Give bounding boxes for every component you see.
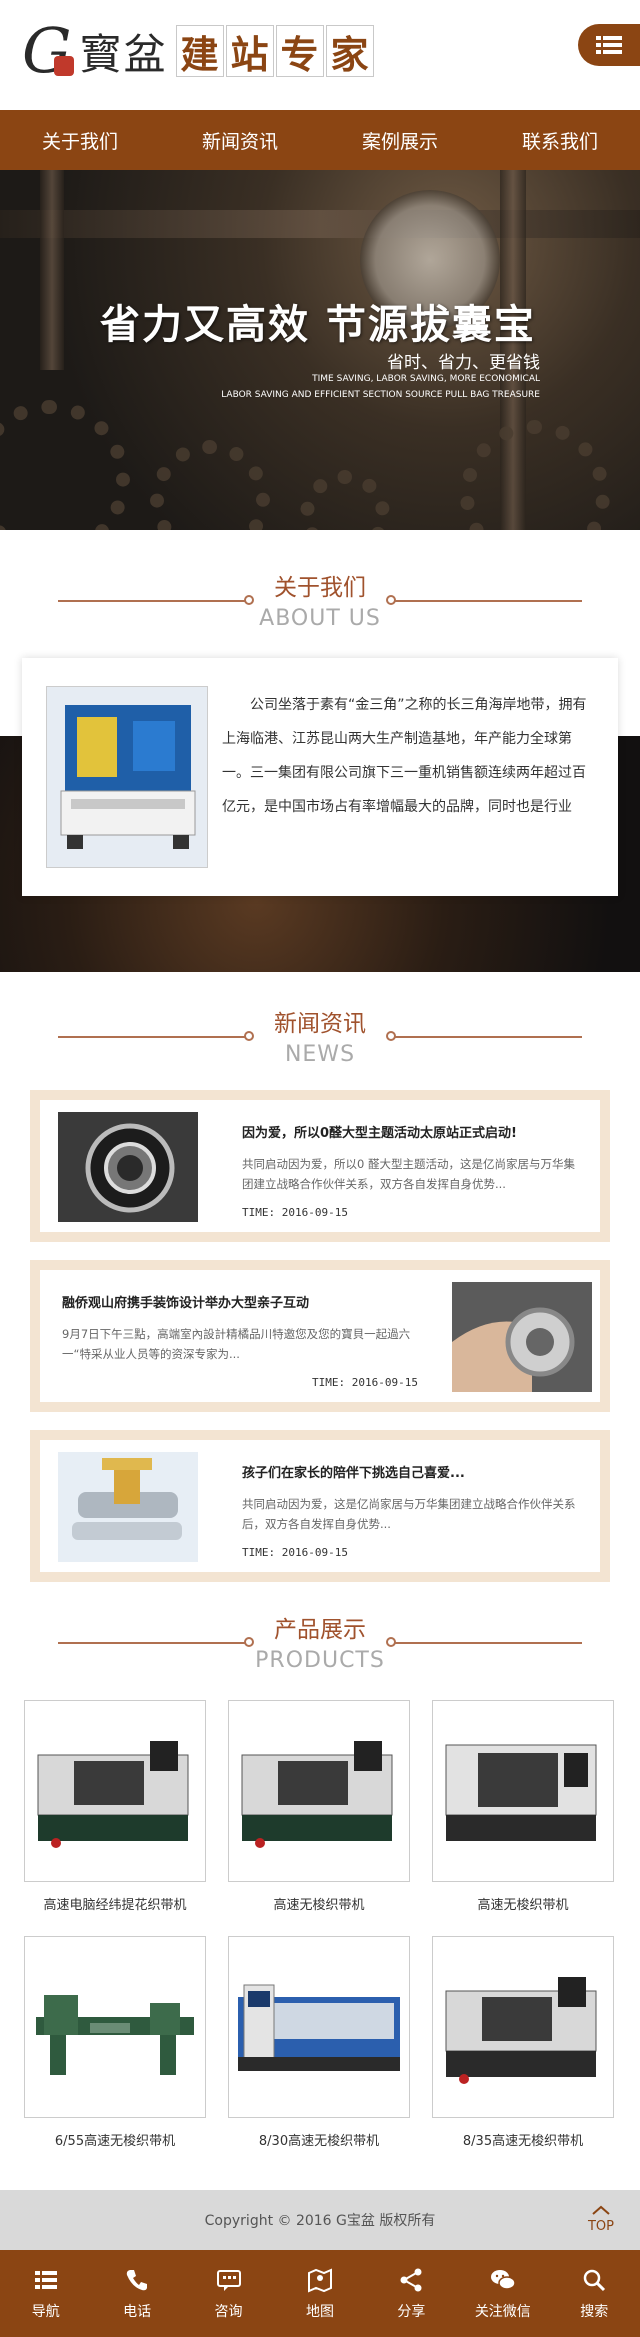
toolbar-nav-button[interactable]: 导航 [0, 2250, 91, 2337]
toolbar-label: 分享 [397, 2303, 426, 2320]
product-card[interactable]: 6/55高速无梭织带机 [24, 1936, 206, 2149]
news-title[interactable]: 因为爱，所以0醛大型主题活动太原站正式启动! [242, 1122, 582, 1141]
about-machine-image [46, 686, 208, 868]
toolbar-label: 咨询 [214, 2303, 243, 2320]
slogan-char: 站 [225, 25, 274, 77]
wechat-icon [490, 2269, 516, 2290]
news-title[interactable]: 融侨观山府携手装饰设计举办大型亲子互动 [62, 1292, 402, 1311]
hero-banner[interactable]: 省力又高效 节源拔囊宝 省时、省力、更省钱 TIME SAVING, LABOR… [0, 170, 640, 530]
product-laser-cutter-image [228, 1936, 410, 2118]
slogan-char: 家 [325, 25, 374, 77]
banner-english-line: LABOR SAVING AND EFFICIENT SECTION SOURC… [221, 390, 540, 400]
section-title-cn: 产品展示 [274, 1617, 366, 1643]
map-icon [307, 2267, 332, 2293]
product-lathe-image [24, 1936, 206, 2118]
menu-icon [34, 2270, 57, 2289]
product-lathe-image [432, 1936, 614, 2118]
toolbar-label: 电话 [123, 2303, 152, 2320]
toolbar-label: 关注微信 [474, 2303, 531, 2320]
products-section-title: 产品展示 PRODUCTS [0, 1610, 640, 1673]
section-title-en: ABOUT US [259, 606, 381, 631]
toolbar-search-button[interactable]: 搜索 [549, 2250, 640, 2337]
news-time: TIME: 2016-09-15 [312, 1376, 418, 1389]
nav-item-news[interactable]: 新闻资讯 [160, 110, 320, 170]
gear-image [150, 440, 270, 530]
toolbar-share-button[interactable]: 分享 [366, 2250, 457, 2337]
about-description: 公司坐落于素有“金三角”之称的长三角海岸地带，拥有上海临港、江苏昆山两大生产制造… [222, 697, 587, 815]
news-section-title: 新闻资讯 NEWS [0, 1004, 640, 1067]
news-valve-image [58, 1452, 198, 1562]
news-time: TIME: 2016-09-15 [242, 1546, 348, 1559]
product-name: 8/35高速无梭织带机 [462, 2134, 584, 2149]
bottom-toolbar: 导航 电话 咨询 地图 分享 关注微信 搜索 [0, 2250, 640, 2337]
menu-button[interactable] [578, 24, 640, 66]
header: G 寳盆 建 站 专 家 [0, 0, 640, 110]
toolbar-label: 搜索 [580, 2303, 609, 2320]
back-to-top-button[interactable]: TOP [588, 2204, 614, 2234]
main-nav: 关于我们 新闻资讯 案例展示 联系我们 [0, 110, 640, 170]
product-lathe-image [432, 1700, 614, 1882]
product-name: 高速无梭织带机 [477, 1898, 569, 1913]
banner-subtitle: 省时、省力、更省钱 [387, 353, 540, 373]
section-title-cn: 关于我们 [274, 575, 366, 601]
news-summary: 9月7日下午三點，高端室內設計精橘品川特邀您及您的寶貝一起過六一“特采从业人员等… [62, 1327, 411, 1361]
section-title-en: PRODUCTS [255, 1648, 385, 1673]
footer: Copyright © 2016 G宝盆 版权所有 [0, 2190, 640, 2250]
banner-english-line: TIME SAVING, LABOR SAVING, MORE ECONOMIC… [312, 374, 540, 384]
section-title-en: NEWS [284, 1042, 356, 1067]
logo-name: 寳盆 [79, 29, 168, 79]
product-card[interactable]: 8/30高速无梭织带机 [228, 1936, 410, 2149]
logo-slogan: 建 站 专 家 [175, 25, 376, 77]
product-card[interactable]: 高速无梭织带机 [432, 1700, 614, 1913]
share-icon [400, 2268, 422, 2291]
pipe-decoration [40, 170, 64, 370]
gear-image [460, 420, 610, 530]
pipe-decoration [0, 210, 640, 238]
toolbar-map-button[interactable]: 地图 [274, 2250, 365, 2337]
toolbar-label: 导航 [31, 2303, 60, 2320]
top-label: TOP [587, 2219, 614, 2234]
gear-image [300, 470, 390, 530]
gear-image [0, 400, 130, 530]
slogan-char: 建 [175, 25, 224, 77]
list-menu-icon [596, 36, 622, 54]
site-logo[interactable]: G 寳盆 建 站 专 家 [22, 18, 376, 84]
news-item[interactable]: 孩子们在家长的陪伴下挑选自己喜爱... 共同启动因为爱，这是亿尚家居与万华集团建… [30, 1430, 610, 1582]
toolbar-consult-button[interactable]: 咨询 [183, 2250, 274, 2337]
news-bearing-image [58, 1112, 198, 1222]
news-title[interactable]: 孩子们在家长的陪伴下挑选自己喜爱... [242, 1462, 582, 1481]
nav-item-contact[interactable]: 联系我们 [480, 110, 640, 170]
news-item[interactable]: 融侨观山府携手装饰设计举办大型亲子互动 9月7日下午三點，高端室內設計精橘品川特… [30, 1260, 610, 1412]
nav-item-about[interactable]: 关于我们 [0, 110, 160, 170]
chevron-up-icon [592, 2205, 610, 2215]
toolbar-label: 地图 [305, 2303, 334, 2320]
product-name: 高速电脑经纬提花织带机 [43, 1898, 187, 1913]
product-name: 8/30高速无梭织带机 [258, 2134, 380, 2149]
nav-item-cases[interactable]: 案例展示 [320, 110, 480, 170]
logo-seal-icon [53, 56, 74, 76]
phone-icon [126, 2269, 148, 2290]
product-lathe-image [24, 1700, 206, 1882]
product-card[interactable]: 8/35高速无梭织带机 [432, 1936, 614, 2149]
news-hand-bearing-image [452, 1282, 592, 1392]
news-summary: 共同启动因为爱，所以0 醛大型主题活动，这是亿尚家居与万华集团建立战略合作伙伴关… [242, 1157, 575, 1191]
product-card[interactable]: 高速无梭织带机 [228, 1700, 410, 1913]
toolbar-phone-button[interactable]: 电话 [91, 2250, 182, 2337]
news-summary: 共同启动因为爱，这是亿尚家居与万华集团建立战略合作伙伴关系后，双方各自发挥自身优… [242, 1497, 576, 1531]
section-title-cn: 新闻资讯 [274, 1011, 366, 1037]
search-icon [583, 2269, 606, 2291]
toolbar-wechat-button[interactable]: 关注微信 [457, 2250, 548, 2337]
news-time: TIME: 2016-09-15 [242, 1206, 348, 1219]
product-name: 6/55高速无梭织带机 [54, 2134, 176, 2149]
about-section-title: 关于我们 ABOUT US [0, 568, 640, 631]
chat-icon [216, 2269, 241, 2291]
banner-title: 省力又高效 节源拔囊宝 [100, 302, 536, 348]
product-lathe-image [228, 1700, 410, 1882]
slogan-char: 专 [275, 25, 324, 77]
copyright-text: Copyright © 2016 G宝盆 版权所有 [204, 2213, 436, 2229]
product-card[interactable]: 高速电脑经纬提花织带机 [24, 1700, 206, 1913]
product-name: 高速无梭织带机 [273, 1898, 365, 1913]
news-item[interactable]: 因为爱，所以0醛大型主题活动太原站正式启动! 共同启动因为爱，所以0 醛大型主题… [30, 1090, 610, 1242]
about-card[interactable]: 公司坐落于素有“金三角”之称的长三角海岸地带，拥有上海临港、江苏昆山两大生产制造… [22, 658, 618, 896]
